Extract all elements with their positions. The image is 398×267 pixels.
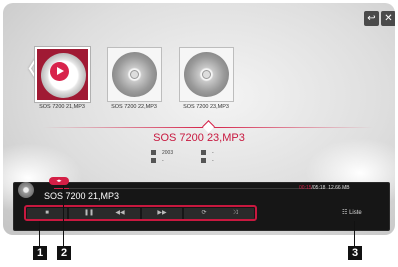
panel-handle[interactable]: ◂▸: [49, 177, 69, 185]
callout-1: 1: [33, 246, 47, 260]
rewind-button[interactable]: ◀◀: [100, 208, 140, 219]
now-playing-thumbnail: [18, 182, 34, 198]
list-button[interactable]: ☷ Liste: [342, 208, 362, 219]
album-tile-3[interactable]: [179, 47, 234, 102]
progress-fill: [54, 188, 69, 189]
meta-genre: -: [201, 158, 214, 164]
stop-icon: ■: [45, 210, 49, 216]
genre-icon: [201, 158, 206, 164]
callout-2: 2: [57, 246, 71, 260]
play-icon: [50, 62, 69, 81]
callout-line-3: [354, 221, 355, 246]
song-title: SOS 7200 23,MP3: [153, 132, 245, 144]
stop-button[interactable]: ■: [27, 208, 67, 219]
fast-forward-icon: ▶▶: [157, 210, 167, 216]
shuffle-icon: ⤨: [232, 210, 238, 216]
callout-line-1: [39, 221, 40, 246]
close-button[interactable]: ✕: [381, 11, 395, 26]
album-tile-2[interactable]: [107, 47, 162, 102]
list-label: Liste: [349, 210, 362, 216]
calendar-icon: [151, 150, 156, 156]
back-arrow-icon: ↩: [367, 13, 376, 24]
album-tile-1[interactable]: [35, 47, 90, 102]
selection-caret: [202, 120, 215, 133]
current-time: 00:15: [299, 185, 312, 191]
rewind-icon: ◀◀: [115, 210, 125, 216]
album-tile-label: SOS 7200 22,MP3: [111, 104, 157, 110]
album-tile-label: SOS 7200 23,MP3: [183, 104, 229, 110]
callout-line-2: [63, 185, 64, 246]
cd-disc-icon: [184, 52, 229, 97]
meta-artist: -: [201, 150, 214, 156]
cd-disc-icon: [112, 52, 157, 97]
now-playing-title: SOS 7200 21,MP3: [44, 191, 120, 201]
repeat-icon: ⟳: [201, 210, 207, 216]
meta-field-2: -: [151, 158, 164, 164]
album-tile-label: SOS 7200 21,MP3: [39, 104, 85, 110]
fast-forward-button[interactable]: ▶▶: [142, 208, 182, 219]
back-button[interactable]: ↩: [364, 11, 379, 26]
album-icon: [151, 158, 156, 164]
meta-year: 2003: [151, 150, 173, 156]
pause-icon: ❚❚: [83, 210, 95, 216]
time-readout: 00:15/05:18 12.66 MB: [299, 185, 350, 191]
callout-3: 3: [348, 246, 362, 260]
list-icon: ☷: [342, 210, 348, 216]
total-time: /05:18: [311, 185, 326, 191]
shuffle-button[interactable]: ⤨: [216, 208, 254, 219]
person-icon: [201, 150, 206, 156]
close-icon: ✕: [384, 13, 393, 24]
file-size: 12.66 MB: [328, 185, 350, 191]
